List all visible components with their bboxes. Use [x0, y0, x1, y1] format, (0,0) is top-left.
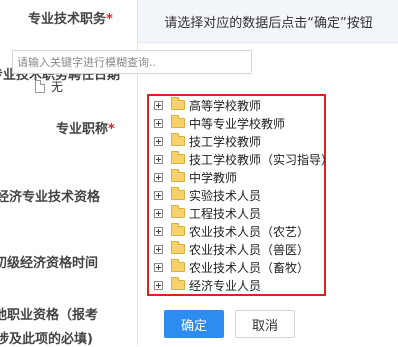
- tree-item-label: 农业技术人员（农艺）: [189, 224, 310, 239]
- folder-icon: [171, 133, 185, 146]
- label-economic-qualification: 经济专业技术资格: [0, 190, 101, 205]
- label-other-qualification-note: 涉及此项的必填): [0, 332, 93, 347]
- required-mark: *: [108, 122, 115, 137]
- tree-item-label: 中学教师: [189, 170, 238, 185]
- dialog-header: 请选择对应的数据后点击“确定”按钮: [138, 0, 398, 43]
- expand-plus-icon[interactable]: [154, 190, 163, 200]
- tree-item-label: 农业技术人员（兽医）: [189, 242, 310, 257]
- tree-item[interactable]: 工程技术人员: [154, 205, 261, 221]
- expand-plus-icon[interactable]: [154, 118, 163, 128]
- expand-plus-icon[interactable]: [154, 280, 163, 290]
- tree-item[interactable]: 技工学校教师: [154, 133, 261, 149]
- expand-plus-icon[interactable]: [154, 226, 163, 236]
- tree-item[interactable]: 高等学校教师: [154, 97, 261, 113]
- expand-plus-icon[interactable]: [154, 244, 163, 254]
- folder-icon: [171, 241, 185, 254]
- confirm-button-label: 确定: [180, 318, 207, 334]
- tree-item-label: 高等学校教师: [189, 98, 262, 113]
- expand-plus-icon[interactable]: [154, 172, 163, 182]
- folder-icon: [171, 187, 185, 200]
- label-professional-post: 专业技术职务*: [28, 12, 113, 27]
- expand-plus-icon[interactable]: [154, 262, 163, 272]
- label-junior-economic-time: 初级经济资格时间: [0, 256, 99, 271]
- dialog-title: 请选择对应的数据后点击“确定”按钮: [164, 15, 373, 31]
- label-other-qualification: 他职业资格（报考: [0, 308, 99, 323]
- required-mark: *: [106, 12, 113, 27]
- folder-icon: [171, 277, 185, 290]
- tree-item-label: 技工学校教师（实习指导）: [189, 152, 334, 167]
- tree-item[interactable]: 中等专业学校教师: [154, 115, 285, 131]
- tree-item[interactable]: 技工学校教师（实习指导）: [154, 151, 333, 167]
- tree-item[interactable]: 实验技术人员: [154, 187, 261, 203]
- label-professional-title: 专业职称*: [56, 122, 115, 137]
- tree-item-label: 无: [51, 79, 64, 94]
- file-icon: [35, 79, 45, 93]
- expand-plus-icon[interactable]: [154, 154, 163, 164]
- tree-item[interactable]: 中学教师: [154, 169, 237, 185]
- expand-plus-icon[interactable]: [154, 100, 163, 110]
- folder-icon: [171, 97, 185, 110]
- expand-plus-icon[interactable]: [154, 136, 163, 146]
- tree-item-none[interactable]: 无: [35, 78, 63, 94]
- tree-item-label: 中等专业学校教师: [189, 116, 286, 131]
- tree-item-label: 农业技术人员（畜牧）: [189, 260, 310, 275]
- folder-icon: [171, 259, 185, 272]
- tree-item[interactable]: 农业技术人员（兽医）: [154, 241, 309, 257]
- tree-item[interactable]: 农业技术人员（农艺）: [154, 223, 309, 239]
- folder-icon: [171, 205, 185, 218]
- tree-item-label: 经济专业人员: [189, 278, 262, 293]
- expand-plus-icon[interactable]: [154, 208, 163, 218]
- tree-item-label: 工程技术人员: [189, 206, 262, 221]
- tree-list: 高等学校教师 中等专业学校教师 技工学校教师 技工学校教师（实习指导） 中学教师…: [147, 94, 333, 296]
- folder-icon: [171, 169, 185, 182]
- folder-icon: [171, 115, 185, 128]
- search-input[interactable]: [12, 50, 252, 74]
- tree-item[interactable]: 农业技术人员（畜牧）: [154, 259, 309, 275]
- cancel-button[interactable]: 取消: [235, 310, 295, 338]
- tree-item[interactable]: 经济专业人员: [154, 277, 261, 293]
- folder-icon: [171, 151, 185, 164]
- confirm-button[interactable]: 确定: [164, 310, 224, 338]
- tree-item-label: 技工学校教师: [189, 134, 262, 149]
- folder-icon: [171, 223, 185, 236]
- tree-item-label: 实验技术人员: [189, 188, 262, 203]
- cancel-button-label: 取消: [251, 318, 278, 334]
